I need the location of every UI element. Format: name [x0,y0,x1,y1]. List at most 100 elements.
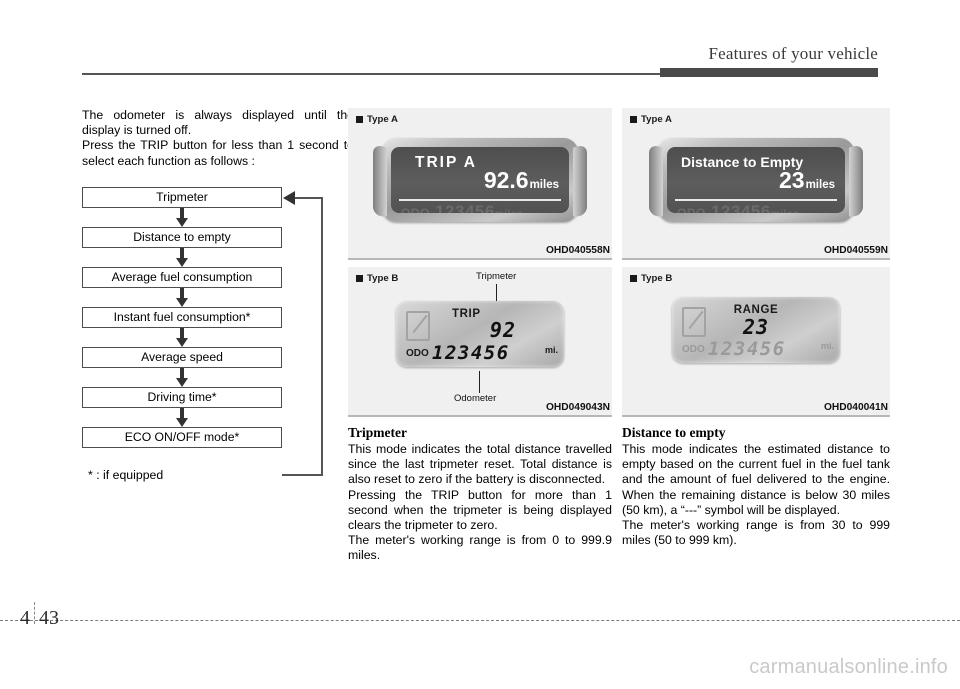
odo-label: ODO [401,206,430,213]
figure-tag-type-a: Type A [630,114,672,125]
callout-tripmeter-label: Tripmeter [476,271,517,282]
figure-distance-to-empty-type-b: Type B RANGE 23 ODO 123456 mi. OHD040041… [622,267,890,417]
flow-box-average-speed: Average speed [82,346,282,368]
flow-arrow-2 [82,247,282,267]
flow-box-driving-time: Driving time* [82,386,282,408]
flow-box-label: Distance to empty [133,230,231,245]
distance-to-empty-section: Distance to empty This mode indicates th… [622,425,890,548]
page-header: Features of your vehicle [0,0,960,90]
flow-loop-vertical [321,197,323,476]
figure-tag-label: Type A [367,114,398,125]
flow-arrow-5 [82,367,282,387]
flow-box-label: Average fuel consumption [111,270,253,285]
figure-distance-to-empty-type-a: Type A Distance to Empty 23miles ODO 123… [622,108,890,260]
lcd-odometer: ODO 123456miles [677,202,799,213]
trip-value: 92 [489,318,516,342]
figure-code: OHD040559N [824,245,888,256]
figure-tag-label: Type B [641,273,673,284]
flow-box-instant-fuel-consumption: Instant fuel consumption* [82,306,282,328]
odo-value: 123456 [435,202,495,213]
flow-box-label: Driving time* [147,390,217,405]
footer-divider [0,620,960,621]
figure-tripmeter-type-b: Type B Tripmeter TRIP 92 ODO 123456 mi. … [348,267,612,417]
lcd-value-number: 23 [778,167,805,193]
lcd-title: TRIP A [415,154,477,171]
odo-value: 123456 [708,338,786,360]
flow-box-tripmeter: Tripmeter [82,186,282,208]
chapter-number: 4 [20,607,30,629]
instrument-cluster-bezel: Distance to Empty 23miles ODO 123456mile… [656,138,856,222]
trip-function-flowchart: Tripmeter Distance to empty Average fuel… [82,186,354,476]
flow-box-average-fuel-consumption: Average fuel consumption [82,266,282,288]
paragraph-2: The meter's working range is from 30 to … [622,518,890,548]
figure-tag-label: Type B [367,273,399,284]
odo-label: ODO [677,206,706,213]
odo-value: 123456 [432,342,510,364]
figure-tripmeter-type-a: Type A TRIP A 92.6miles ODO 123456miles … [348,108,612,260]
intro-text-block: The odometer is always displayed until t… [82,108,354,169]
lcd-value: 23miles [779,169,835,197]
paragraph-1: This mode indicates the estimated distan… [622,442,890,517]
flow-box-label: Tripmeter [156,190,208,205]
callout-odometer-line [479,371,481,393]
lcd-odometer: ODO 123456miles [401,202,523,213]
lcd-screen: TRIP A 92.6miles ODO 123456miles [391,147,569,213]
flow-arrow-4 [82,327,282,347]
intro-paragraph-2: Press the TRIP button for less than 1 se… [82,138,354,168]
flow-box-distance-to-empty: Distance to empty [82,226,282,248]
header-rule-thick [660,68,878,77]
paragraph-2: Pressing the TRIP button for more than 1… [348,487,612,533]
paragraph-3: The meter's working range is from 0 to 9… [348,533,612,563]
figure-code: OHD049043N [546,402,610,413]
lcd-value-number: 92.6 [483,167,529,193]
flow-box-eco-on-off-mode: ECO ON/OFF mode* [82,426,282,448]
figure-code: OHD040041N [824,402,888,413]
flow-arrow-6 [82,407,282,427]
fuel-gauge-icon [682,307,706,337]
figure-tag-type-b: Type B [630,273,672,284]
right-column: Type A Distance to Empty 23miles ODO 123… [622,108,890,548]
square-bullet-icon [356,275,363,282]
middle-column: Type A TRIP A 92.6miles ODO 123456miles … [348,108,612,564]
trip-label: TRIP [452,308,481,320]
lcd-value-unit: miles [529,179,559,191]
odo-value: 123456 [711,202,771,213]
fuel-gauge-icon [406,311,430,341]
figure-tag-type-b: Type B [356,273,398,284]
left-column: The odometer is always displayed until t… [82,108,354,482]
square-bullet-icon [630,116,637,123]
range-value: 23 [742,315,770,339]
square-bullet-icon [356,116,363,123]
flow-loop-top [294,197,323,199]
flow-box-label: Average speed [141,350,223,365]
tripmeter-section: Tripmeter This mode indicates the total … [348,425,612,564]
instrument-cluster-bezel: TRIP A 92.6miles ODO 123456miles [380,138,580,222]
flow-arrow-1 [82,207,282,227]
page-number: 4 43 [20,602,59,630]
odo-label: ODO [682,344,705,355]
lcd-screen: TRIP 92 ODO 123456 mi. [396,301,564,367]
lcd-screen: RANGE 23 ODO 123456 mi. [672,297,840,363]
tripmeter-body: This mode indicates the total distance t… [348,442,612,564]
flow-arrow-3 [82,287,282,307]
figure-code: OHD040558N [546,245,610,256]
lcd-divider [675,199,837,201]
lcd-screen: Distance to Empty 23miles ODO 123456mile… [667,147,845,213]
odo-label: ODO [406,348,429,359]
figure-tag-label: Type A [641,114,672,125]
page-number-separator [34,602,35,624]
figure-tag-type-a: Type A [356,114,398,125]
lcd-value-unit: miles [805,179,835,191]
distance-to-empty-body: This mode indicates the estimated distan… [622,442,890,548]
flow-box-label: ECO ON/OFF mode* [124,430,240,445]
lcd-divider [399,199,561,201]
odo-unit: mi. [820,341,834,351]
square-bullet-icon [630,275,637,282]
odo-unit: miles [771,209,799,213]
section-heading: Tripmeter [348,425,407,440]
paragraph-1: This mode indicates the total distance t… [348,442,612,487]
watermark: carmanualsonline.info [749,656,948,678]
flow-loop-bottom [282,474,323,476]
flow-loop-arrow-icon [283,190,295,205]
lcd-value: 92.6miles [484,169,559,197]
